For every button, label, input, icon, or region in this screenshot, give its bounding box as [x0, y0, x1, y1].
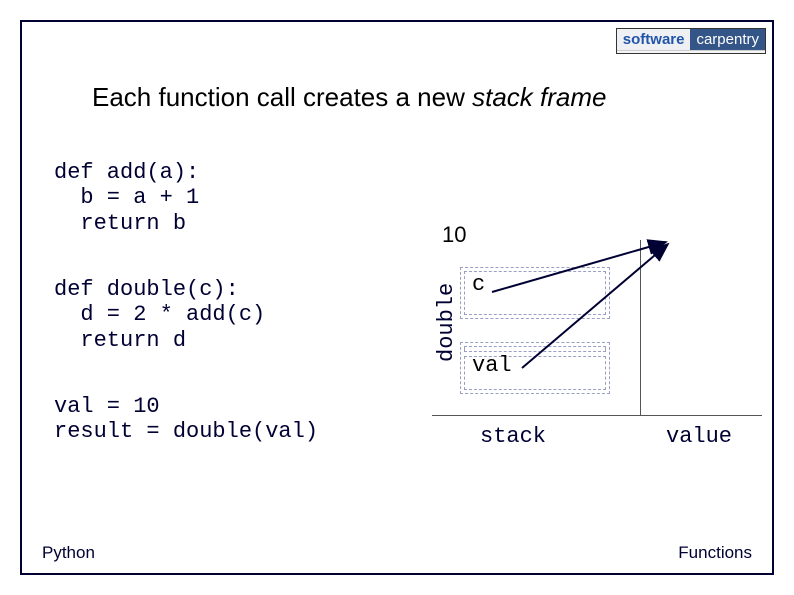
logo-sub [617, 50, 765, 53]
footer-left: Python [42, 543, 95, 563]
logo-left: software [617, 29, 691, 50]
axis-label-value: value [666, 424, 732, 449]
slide-frame: software carpentry Each function call cr… [20, 20, 774, 575]
title-text: Each function call creates a new [92, 82, 472, 112]
stack-diagram: c val 10 stack value [442, 222, 772, 472]
code-block-add: def add(a): b = a + 1 return b [54, 160, 199, 236]
footer-right: Functions [678, 543, 752, 563]
code-block-main: val = 10 result = double(val) [54, 394, 318, 445]
logo: software carpentry [616, 28, 766, 54]
slide-title: Each function call creates a new stack f… [92, 82, 606, 113]
title-emph: stack frame [472, 82, 606, 112]
axis-label-stack: stack [480, 424, 546, 449]
logo-top: software carpentry [617, 29, 765, 50]
logo-right: carpentry [690, 29, 765, 50]
code-block-double: def double(c): d = 2 * add(c) return d [54, 277, 265, 353]
